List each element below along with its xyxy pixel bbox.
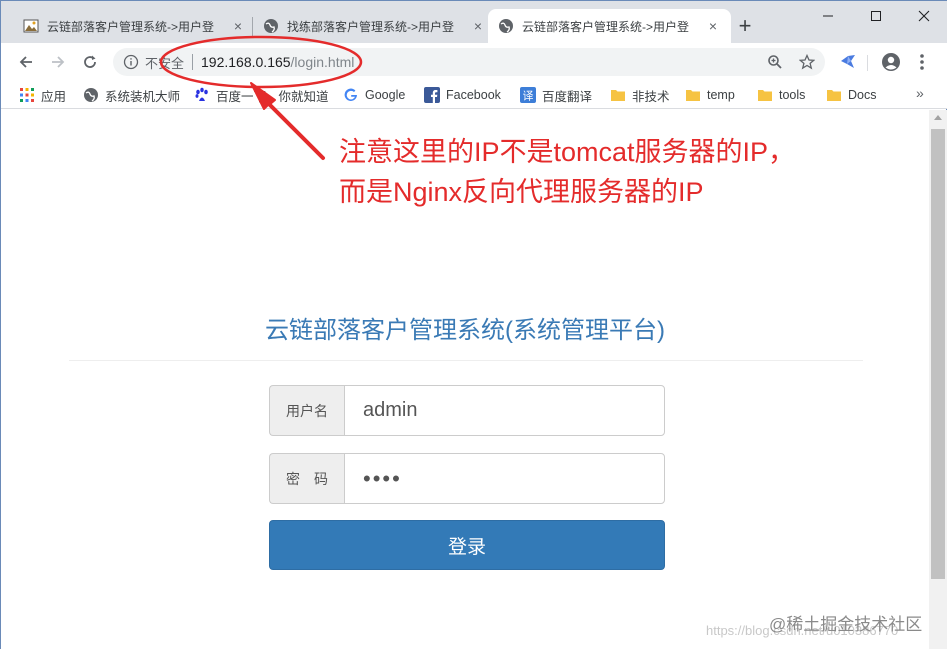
- close-tab-icon[interactable]: ×: [470, 18, 486, 34]
- url-host: 192.168.0.165: [201, 54, 291, 70]
- annotation-callout: 注意这里的IP不是tomcat服务器的IP， 而是Nginx反向代理服务器的IP: [339, 132, 795, 212]
- info-icon[interactable]: [123, 54, 139, 70]
- bookmark-item[interactable]: 系统装机大师: [83, 86, 180, 104]
- bookmark-item[interactable]: 译 百度翻译: [520, 86, 592, 104]
- bookmark-label: 百度一下，你就知道: [216, 89, 329, 104]
- bookmark-folder[interactable]: Docs: [826, 86, 876, 104]
- image-favicon-icon: [23, 18, 39, 34]
- bookmark-item[interactable]: Facebook: [424, 86, 501, 104]
- bookmark-item[interactable]: Google: [343, 86, 405, 104]
- maximize-icon: [871, 11, 881, 21]
- folder-icon: [685, 87, 701, 103]
- close-icon: [918, 10, 930, 22]
- bookmark-label: Docs: [848, 88, 877, 102]
- bookmark-folder[interactable]: 非技术: [610, 86, 670, 104]
- tab-title: 云链部落客户管理系统->用户登: [522, 19, 690, 34]
- page-content: 注意这里的IP不是tomcat服务器的IP， 而是Nginx反向代理服务器的IP…: [1, 110, 929, 649]
- extension-button[interactable]: [835, 49, 861, 75]
- tab-2[interactable]: 找练部落客户管理系统->用户登 ×: [253, 9, 496, 43]
- password-label: 密 码: [269, 453, 344, 504]
- bookmark-label: Facebook: [446, 88, 501, 102]
- profile-button[interactable]: [878, 49, 904, 75]
- bookmark-item[interactable]: 百度一下，你就知道: [194, 86, 329, 104]
- url-divider: [192, 54, 194, 70]
- bookmarks-overflow-button[interactable]: »: [916, 85, 924, 101]
- tab-title: 云链部落客户管理系统->用户登: [47, 19, 215, 34]
- page-title: 云链部落客户管理系统(系统管理平台): [265, 317, 665, 344]
- scrollbar-thumb[interactable]: [931, 129, 945, 579]
- toolbar-divider: [867, 55, 868, 71]
- browser-toolbar: 不安全 192.168.0.165/login.html: [1, 43, 947, 81]
- bookmark-label: tools: [779, 88, 806, 102]
- zoom-button[interactable]: [762, 49, 788, 75]
- reload-button[interactable]: [77, 49, 103, 75]
- minimize-icon: [823, 15, 833, 17]
- browser-window: 云链部落客户管理系统->用户登 × 找练部落客户管理系统->用户登 × 云链部落…: [0, 0, 947, 649]
- bookmark-label: temp: [707, 88, 735, 102]
- baidu-paw-icon: [194, 87, 210, 103]
- username-group: 用户名 admin: [269, 385, 665, 436]
- forward-button[interactable]: [45, 49, 71, 75]
- account-circle-icon: [882, 53, 900, 71]
- bookmark-label: Google: [365, 88, 406, 102]
- title-divider: [69, 360, 863, 361]
- back-button[interactable]: [13, 49, 39, 75]
- new-tab-button[interactable]: +: [734, 15, 756, 37]
- platform-watermark: @稀土掘金技术社区: [769, 615, 923, 634]
- more-vertical-icon: [920, 54, 924, 70]
- bookmark-label: 应用: [41, 89, 67, 104]
- google-g-icon: [343, 87, 359, 103]
- annotation-line-1: 注意这里的IP不是tomcat服务器的IP，: [339, 137, 796, 167]
- scroll-up-arrow-icon[interactable]: [934, 115, 942, 120]
- url-path: /login.html: [290, 54, 355, 70]
- bookmark-label: 百度翻译: [542, 89, 593, 104]
- folder-icon: [826, 87, 842, 103]
- bookmarks-bar: 应用 系统装机大师 百度一下，你就知道 Google Facebook 译 百度…: [1, 81, 947, 109]
- apps-grid-icon: [19, 87, 35, 103]
- reload-icon: [84, 55, 96, 68]
- arrow-right-icon: [52, 56, 65, 68]
- maximize-button[interactable]: [852, 1, 900, 31]
- translate-icon: 译: [520, 87, 536, 103]
- security-label: 不安全: [145, 55, 185, 71]
- globe-icon: [83, 87, 99, 103]
- minimize-button[interactable]: [804, 1, 852, 31]
- tab-3-active[interactable]: 云链部落客户管理系统->用户登 ×: [488, 9, 731, 43]
- globe-icon: [498, 18, 514, 34]
- star-icon: [799, 54, 815, 70]
- username-input[interactable]: admin: [344, 385, 665, 436]
- zoom-icon: [768, 55, 782, 69]
- password-input[interactable]: ••••: [344, 453, 665, 504]
- svg-text:译: 译: [523, 90, 534, 103]
- username-label: 用户名: [269, 385, 344, 436]
- tab-strip: 云链部落客户管理系统->用户登 × 找练部落客户管理系统->用户登 × 云链部落…: [1, 1, 947, 43]
- arrow-left-icon: [19, 56, 32, 68]
- facebook-icon: [424, 87, 440, 103]
- close-tab-icon[interactable]: ×: [705, 18, 721, 34]
- bookmark-label: 非技术: [632, 89, 670, 104]
- password-group: 密 码 ••••: [269, 453, 665, 504]
- annotation-line-2: 而是Nginx反向代理服务器的IP: [339, 177, 704, 207]
- bookmark-label: 系统装机大师: [105, 89, 181, 104]
- bookmark-apps[interactable]: 应用: [19, 86, 66, 104]
- address-bar[interactable]: 不安全 192.168.0.165/login.html: [113, 48, 825, 76]
- bird-extension-icon: [841, 55, 855, 68]
- bookmark-folder[interactable]: tools: [757, 86, 805, 104]
- menu-button[interactable]: [909, 49, 935, 75]
- tab-1[interactable]: 云链部落客户管理系统->用户登 ×: [13, 9, 256, 43]
- bookmark-star-button[interactable]: [794, 49, 820, 75]
- folder-icon: [757, 87, 773, 103]
- tab-title: 找练部落客户管理系统->用户登: [287, 19, 455, 34]
- folder-icon: [610, 87, 626, 103]
- login-button[interactable]: 登录: [269, 520, 665, 570]
- close-tab-icon[interactable]: ×: [230, 18, 246, 34]
- bookmark-folder[interactable]: temp: [685, 86, 735, 104]
- close-window-button[interactable]: [900, 1, 947, 31]
- globe-icon: [263, 18, 279, 34]
